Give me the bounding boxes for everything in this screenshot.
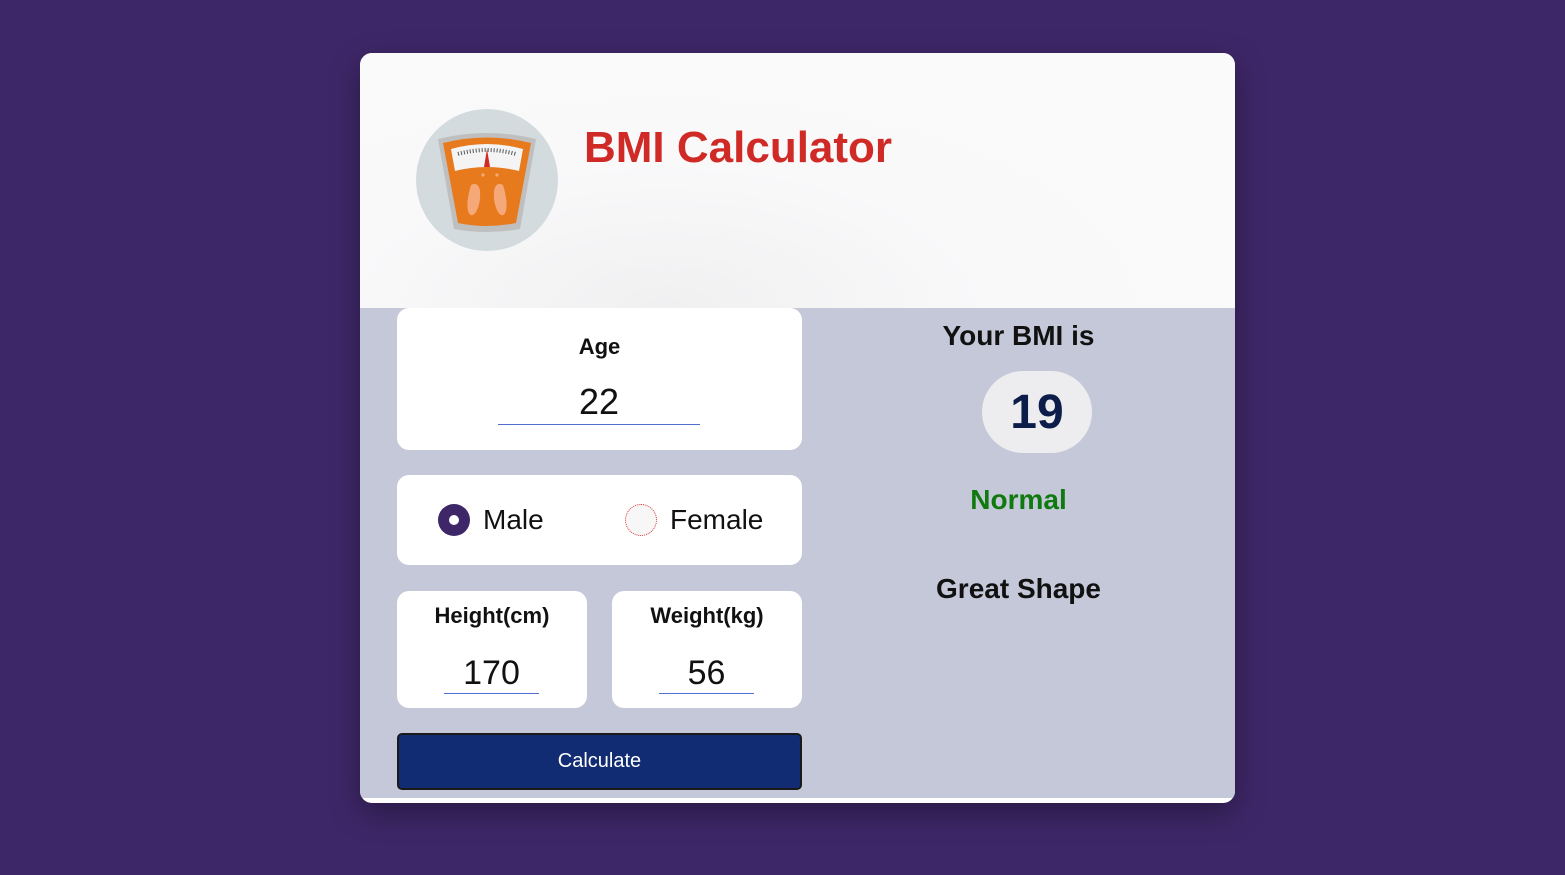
gender-card: Male Female (397, 475, 802, 565)
header: BMI Calculator (360, 53, 1235, 308)
gender-option-male[interactable]: Male (438, 475, 544, 565)
bmi-advice: Great Shape (936, 573, 1101, 604)
female-label: Female (670, 504, 764, 535)
male-radio[interactable] (438, 504, 470, 536)
bmi-calculator-card: BMI Calculator Age Male Female Height(cm… (360, 53, 1235, 803)
weight-input[interactable] (659, 653, 754, 694)
result-label: Your BMI is (942, 320, 1095, 351)
male-label: Male (483, 504, 544, 535)
age-input[interactable] (498, 380, 700, 425)
page-title: BMI Calculator (584, 123, 893, 172)
bmi-status: Normal (970, 484, 1067, 515)
weighing-scale-icon (416, 109, 558, 251)
height-card: Height(cm) (397, 591, 587, 708)
age-card: Age (397, 308, 802, 450)
female-radio[interactable] (625, 504, 657, 536)
age-label: Age (578, 334, 621, 359)
gender-option-female[interactable]: Female (625, 475, 763, 565)
height-input[interactable] (444, 653, 539, 694)
result-panel: Your BMI is 19 Normal Great Shape (802, 308, 1235, 798)
form-panel: Age Male Female Height(cm) Weight(kg) Ca… (360, 308, 1235, 798)
weight-card: Weight(kg) (612, 591, 802, 708)
bmi-value: 19 (982, 371, 1092, 453)
calculate-button[interactable]: Calculate (397, 733, 802, 790)
weight-label: Weight(kg) (650, 603, 764, 628)
height-label: Height(cm) (434, 603, 550, 628)
